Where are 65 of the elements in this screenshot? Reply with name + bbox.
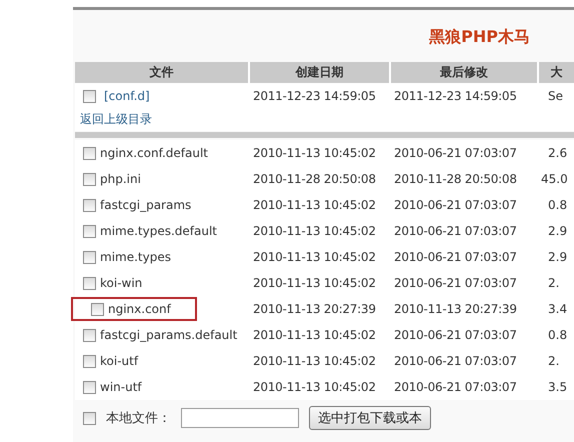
page-title: 黑狼PHP木马 bbox=[428, 26, 531, 48]
modified-date: 2010-06-21 07:03:07 bbox=[393, 354, 518, 368]
file-name: koi-utf bbox=[100, 354, 138, 368]
file-size: 0.8 bbox=[547, 198, 568, 212]
file-size: 3.5 bbox=[547, 380, 568, 394]
file-checkbox[interactable] bbox=[83, 172, 96, 186]
file-checkbox[interactable] bbox=[83, 224, 96, 238]
file-name: nginx.conf.default bbox=[100, 146, 208, 160]
modified-date: 2010-06-21 07:03:07 bbox=[393, 276, 518, 290]
column-header: 创建日期 bbox=[250, 62, 389, 83]
modified-date: 2010-11-28 20:50:08 bbox=[393, 172, 518, 186]
file-size: 0.8 bbox=[547, 328, 568, 342]
file-size: 2. bbox=[547, 276, 560, 290]
created-date: 2010-11-13 10:45:02 bbox=[252, 250, 377, 264]
local-file-field[interactable] bbox=[181, 408, 299, 428]
download-button[interactable]: 选中打包下载或本 bbox=[309, 406, 431, 430]
select-all-checkbox[interactable] bbox=[83, 412, 96, 424]
parent-directory-link[interactable]: 返回上级目录 bbox=[80, 112, 152, 126]
file-name: mime.types bbox=[100, 250, 171, 264]
modified-date: 2011-12-23 14:59:05 bbox=[393, 89, 518, 103]
file-checkbox[interactable] bbox=[83, 328, 96, 342]
column-header: 最后修改 bbox=[391, 62, 537, 83]
created-date: 2010-11-13 10:45:02 bbox=[252, 328, 377, 342]
modified-date: 2010-06-21 07:03:07 bbox=[393, 146, 518, 160]
file-name: fastcgi_params bbox=[100, 198, 192, 212]
file-name: fastcgi_params.default bbox=[100, 328, 238, 342]
file-checkbox[interactable] bbox=[83, 276, 96, 290]
file-checkbox[interactable] bbox=[83, 146, 96, 160]
file-size: 2. bbox=[547, 354, 560, 368]
file-size: 45.0 bbox=[540, 172, 569, 186]
local-file-label: 本地文件： bbox=[106, 410, 171, 427]
file-size: 2.9 bbox=[547, 250, 568, 264]
modified-date: 2010-06-21 07:03:07 bbox=[393, 224, 518, 238]
modified-date: 2010-06-21 07:03:07 bbox=[393, 250, 518, 264]
file-name: mime.types.default bbox=[100, 224, 218, 238]
file-checkbox[interactable] bbox=[83, 354, 96, 368]
created-date: 2010-11-13 10:45:02 bbox=[252, 276, 377, 290]
created-date: 2010-11-28 20:50:08 bbox=[252, 172, 377, 186]
modified-date: 2010-06-21 07:03:07 bbox=[393, 328, 518, 342]
file-checkbox[interactable] bbox=[83, 250, 96, 264]
file-size: 2.9 bbox=[547, 224, 568, 238]
created-date: 2010-11-13 10:45:02 bbox=[252, 146, 377, 160]
file-size: 3.4 bbox=[547, 302, 568, 316]
modified-date: 2010-06-21 07:03:07 bbox=[393, 380, 518, 394]
modified-date: 2010-11-13 20:27:39 bbox=[393, 302, 518, 316]
file-checkbox[interactable] bbox=[83, 380, 96, 394]
created-date: 2010-11-13 20:27:39 bbox=[252, 302, 377, 316]
folder-link[interactable]: [conf.d] bbox=[104, 89, 150, 103]
file-checkbox[interactable] bbox=[91, 302, 104, 316]
column-header: 文件 bbox=[75, 62, 248, 83]
modified-date: 2010-06-21 07:03:07 bbox=[393, 198, 518, 212]
column-header: 大 bbox=[539, 62, 574, 83]
file-name: koi-win bbox=[100, 276, 142, 290]
file-name: php.ini bbox=[100, 172, 141, 186]
file-checkbox[interactable] bbox=[83, 198, 96, 212]
created-date: 2010-11-13 10:45:02 bbox=[252, 354, 377, 368]
created-date: 2010-11-13 10:45:02 bbox=[252, 198, 377, 212]
file-checkbox[interactable] bbox=[83, 90, 96, 102]
file-name: win-utf bbox=[100, 380, 142, 394]
created-date: 2010-11-13 10:45:02 bbox=[252, 380, 377, 394]
file-size: Se bbox=[547, 89, 564, 103]
file-name: nginx.conf bbox=[108, 302, 171, 316]
created-date: 2010-11-13 10:45:02 bbox=[252, 224, 377, 238]
file-size: 2.6 bbox=[547, 146, 568, 160]
created-date: 2011-12-23 14:59:05 bbox=[252, 89, 377, 103]
